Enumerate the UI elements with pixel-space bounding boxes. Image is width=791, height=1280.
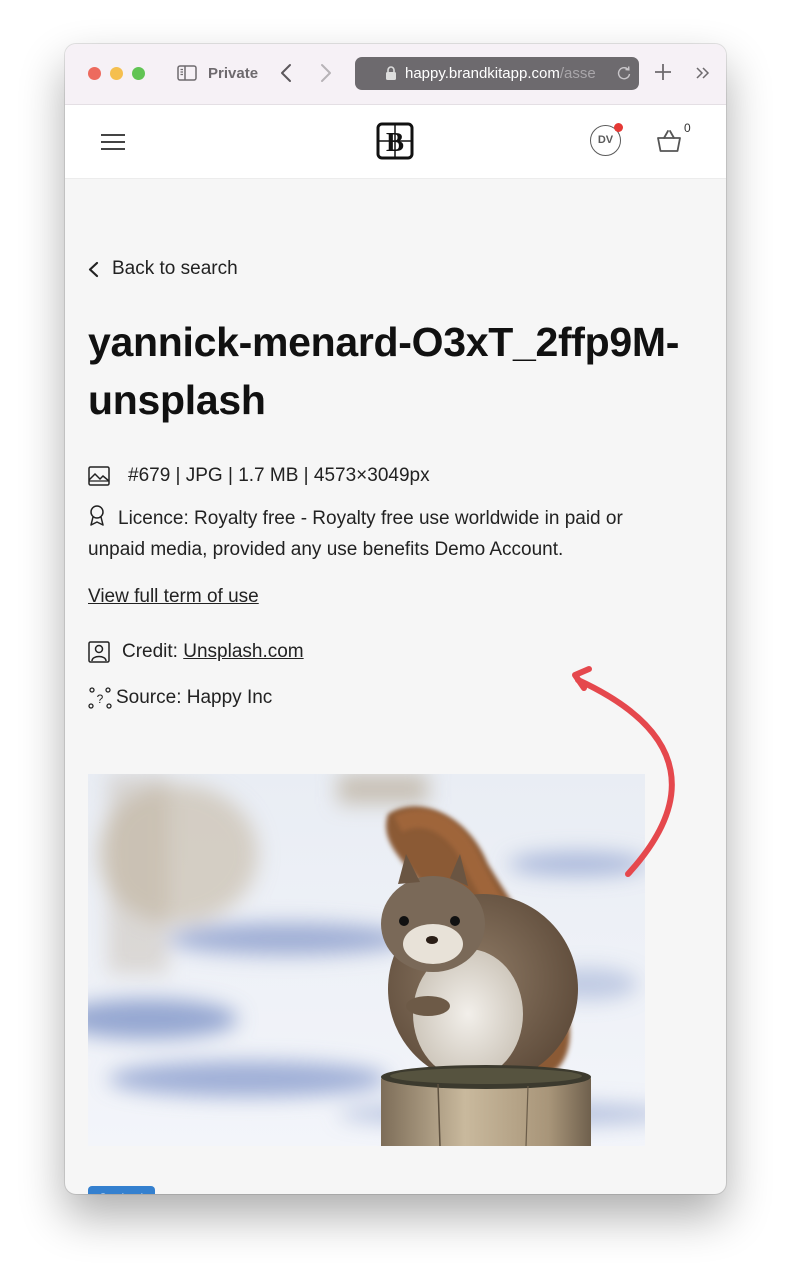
notification-dot bbox=[614, 123, 623, 132]
source-text: Source: Happy Inc bbox=[116, 687, 273, 708]
source-network-icon: ? bbox=[88, 687, 112, 709]
plus-icon[interactable] bbox=[654, 63, 672, 81]
svg-text:?: ? bbox=[97, 692, 104, 706]
logo-letter: B bbox=[386, 127, 404, 157]
source-info: ? Source: Happy Inc bbox=[88, 687, 272, 709]
close-window-button[interactable] bbox=[88, 67, 101, 80]
credit-link[interactable]: Unsplash.com bbox=[183, 641, 303, 663]
tag-squirrel[interactable]: Squirrel bbox=[88, 1186, 155, 1194]
hamburger-icon[interactable] bbox=[100, 133, 126, 151]
licence-text: Licence: Royalty free - Royalty free use… bbox=[88, 508, 623, 560]
format-text: #679 | JPG | 1.7 MB | 4573×3049px bbox=[128, 465, 430, 486]
sidebar-toggle-icon[interactable] bbox=[177, 65, 197, 81]
zoom-window-button[interactable] bbox=[132, 67, 145, 80]
address-bar[interactable]: happy.brandkitapp.com/asse bbox=[355, 57, 639, 90]
chevron-right-icon[interactable] bbox=[319, 62, 333, 84]
squirrel-photo bbox=[88, 774, 645, 1146]
chevron-left-icon bbox=[88, 261, 99, 277]
brand-logo[interactable]: B bbox=[376, 122, 414, 160]
url-text: happy.brandkitapp.com/asse bbox=[405, 65, 620, 82]
site-header: B DV 0 bbox=[65, 105, 726, 179]
user-portrait-icon bbox=[88, 641, 110, 663]
url-host: happy.brandkitapp.com bbox=[405, 65, 560, 82]
browser-toolbar: Private happy.brandkitapp.com/asse bbox=[65, 44, 726, 105]
credit-info: Credit: Unsplash.com bbox=[88, 641, 304, 663]
back-label: Back to search bbox=[112, 258, 238, 279]
asset-format-info: #679 | JPG | 1.7 MB | 4573×3049px bbox=[88, 465, 430, 487]
browser-window: Private happy.brandkitapp.com/asse B DV … bbox=[65, 44, 726, 1194]
licence-info: Licence: Royalty free - Royalty free use… bbox=[88, 503, 668, 565]
basket-icon[interactable] bbox=[656, 129, 682, 153]
avatar-initials: DV bbox=[597, 134, 614, 146]
minimize-window-button[interactable] bbox=[110, 67, 123, 80]
lock-icon bbox=[386, 66, 396, 80]
award-ribbon-icon bbox=[90, 505, 104, 526]
chevron-left-icon[interactable] bbox=[279, 62, 293, 84]
user-avatar[interactable]: DV bbox=[590, 123, 623, 156]
reload-icon[interactable] bbox=[616, 65, 632, 81]
asset-title: yannick-menard-O3xT_2ffp9M-unsplash bbox=[88, 319, 680, 423]
credit-label: Credit: bbox=[122, 641, 178, 662]
basket-count: 0 bbox=[684, 121, 691, 135]
private-mode-label: Private bbox=[208, 65, 259, 82]
back-to-search-link[interactable]: Back to search bbox=[88, 258, 238, 280]
asset-preview-image[interactable] bbox=[88, 774, 645, 1146]
view-terms-link[interactable]: View full term of use bbox=[88, 586, 259, 608]
url-path: /asse bbox=[559, 65, 596, 82]
image-icon bbox=[88, 466, 110, 486]
double-chevron-right-icon[interactable] bbox=[695, 64, 711, 82]
